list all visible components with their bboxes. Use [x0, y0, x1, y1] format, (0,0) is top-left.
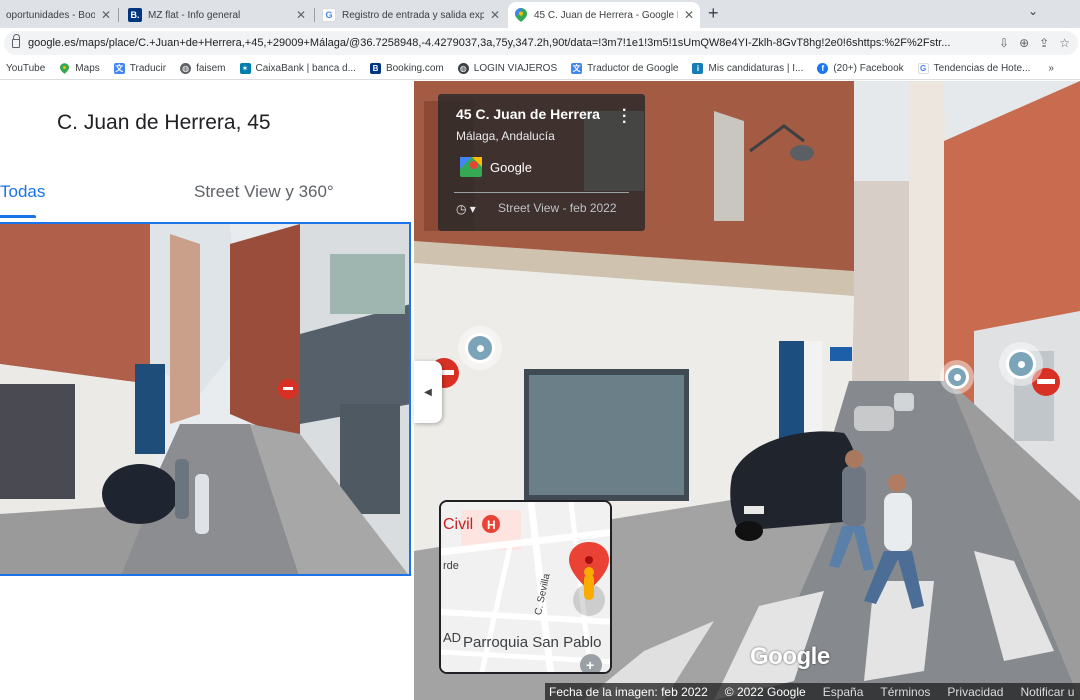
bookmark-label: YouTube: [6, 63, 46, 74]
map-footer: Fecha de la imagen: feb 2022 © 2022 Goog…: [545, 683, 1080, 700]
place-side-panel: C. Juan de Herrera, 45 Todas Street View…: [0, 81, 413, 700]
active-tab-indicator: [0, 215, 36, 218]
tab-close-icon[interactable]: ✕: [684, 8, 694, 22]
capture-date-button[interactable]: Street View - feb 2022: [498, 201, 617, 215]
tab-street-view[interactable]: Street View y 360°: [194, 182, 334, 202]
google-favicon-icon: G: [322, 8, 336, 22]
address-title: 45 C. Juan de Herrera: [456, 106, 600, 122]
bookmarks-more-button[interactable]: »: [1048, 63, 1054, 74]
bookmark-caixabank[interactable]: ✶ CaixaBank | banca d...: [239, 63, 356, 74]
privacy-link[interactable]: Privacidad: [947, 685, 1003, 699]
bookmark-label: LOGIN VIAJEROS: [473, 63, 558, 74]
google-watermark: Google: [750, 643, 830, 670]
provider-label: Google: [490, 160, 532, 175]
tab-google-maps[interactable]: 45 C. Juan de Herrera - Google M ✕: [508, 2, 700, 28]
minimap-label-civil: Civil: [443, 516, 474, 533]
thumbnail-photo: [0, 224, 409, 574]
bookmarks-bar: YouTube Maps 文 Traducir ◍ faisem ✶ Caixa…: [0, 58, 1080, 80]
street-view-nav-pin[interactable]: [458, 326, 502, 370]
street-view-thumbnail[interactable]: [0, 222, 411, 576]
google-icon: G: [917, 63, 929, 74]
maps-icon: [59, 63, 70, 74]
minimap[interactable]: H + Civil rde C. Sevilla Parroquia San P…: [439, 500, 612, 674]
bookmark-login-viajeros[interactable]: ◍ LOGIN VIAJEROS: [457, 63, 558, 74]
bookmark-faisem[interactable]: ◍ faisem: [180, 63, 226, 74]
svg-text:+: +: [586, 657, 594, 673]
omnibox[interactable]: google.es/maps/place/C.+Juan+de+Herrera,…: [4, 31, 1078, 55]
svg-text:H: H: [487, 518, 496, 532]
zoom-icon[interactable]: ⊕: [1019, 36, 1029, 50]
infojobs-icon: i: [692, 63, 704, 74]
report-link[interactable]: Notificar u: [1020, 685, 1074, 699]
bookmark-tendencias[interactable]: G Tendencias de Hote...: [917, 63, 1031, 74]
tab-registro[interactable]: G Registro de entrada y salida expr ✕: [316, 2, 506, 28]
tab-all-photos[interactable]: Todas: [0, 182, 45, 202]
street-view-nav-pin[interactable]: [940, 360, 974, 394]
country-link[interactable]: España: [823, 685, 864, 699]
bookmark-label: Mis candidaturas | I...: [708, 63, 804, 74]
more-options-icon[interactable]: · · ·: [622, 103, 627, 131]
collapse-panel-button[interactable]: ◀: [414, 361, 442, 423]
bookmark-candidaturas[interactable]: i Mis candidaturas | I...: [692, 63, 803, 74]
tab-mz-flat[interactable]: B. MZ flat - Info general ✕: [122, 2, 312, 28]
image-date-text: Fecha de la imagen: feb 2022: [549, 684, 708, 699]
bookmark-label: Traductor de Google: [587, 63, 679, 74]
bookmark-traductor[interactable]: 文 Traductor de Google: [571, 63, 678, 74]
bookmark-traducir[interactable]: 文 Traducir: [113, 63, 167, 74]
tab-title: Registro de entrada y salida expr: [342, 9, 484, 21]
tab-title: MZ flat - Info general: [148, 9, 241, 21]
lock-icon[interactable]: [12, 33, 20, 48]
tab-title: 45 C. Juan de Herrera - Google M: [534, 9, 678, 21]
bookmark-label: (20+) Facebook: [833, 63, 904, 74]
caixabank-icon: ✶: [239, 63, 251, 74]
install-app-icon[interactable]: ⇩: [999, 36, 1009, 50]
translate-icon: 文: [113, 63, 125, 74]
history-clock-icon[interactable]: ◷ ▾: [456, 202, 476, 216]
street-view-info-card: 45 C. Juan de Herrera Málaga, Andalucía …: [438, 94, 645, 231]
bookmark-facebook[interactable]: f (20+) Facebook: [817, 63, 904, 74]
bookmark-label: Booking.com: [385, 63, 444, 74]
tab-close-icon[interactable]: ✕: [296, 8, 306, 22]
tab-booking-opportunities[interactable]: oportunidades - Booki ✕: [0, 2, 117, 28]
bookmark-booking[interactable]: B Booking.com: [369, 63, 444, 74]
bookmark-label: faisem: [196, 63, 226, 74]
bookmark-youtube[interactable]: YouTube: [6, 63, 45, 74]
bookmark-star-icon[interactable]: ☆: [1059, 36, 1070, 50]
globe-icon: ◍: [457, 63, 469, 74]
bookmark-label: Traducir: [129, 63, 167, 74]
minimap-label-ad: AD: [443, 630, 462, 645]
google-maps-logo-icon: [460, 157, 482, 177]
divider: [454, 192, 629, 193]
share-icon[interactable]: ⇪: [1039, 36, 1049, 50]
bookmark-maps[interactable]: Maps: [59, 63, 100, 74]
tab-close-icon[interactable]: ✕: [490, 8, 500, 22]
booking-favicon-icon: B.: [128, 8, 142, 22]
globe-icon: ◍: [180, 63, 192, 74]
new-tab-button[interactable]: +: [708, 3, 719, 24]
chevron-left-icon: ◀: [424, 386, 432, 398]
booking-icon: B: [369, 63, 381, 74]
translate-icon: 文: [571, 63, 583, 74]
browser-tab-bar: oportunidades - Booki ✕ B. MZ flat - Inf…: [0, 0, 1080, 28]
street-view-nav-pin[interactable]: [999, 342, 1043, 386]
terms-link[interactable]: Términos: [880, 685, 930, 699]
tab-title: oportunidades - Booki: [6, 9, 95, 21]
tab-close-icon[interactable]: ✕: [101, 8, 111, 22]
page-title: C. Juan de Herrera, 45: [57, 111, 271, 134]
bookmark-label: Maps: [75, 63, 100, 74]
url-text[interactable]: google.es/maps/place/C.+Juan+de+Herrera,…: [28, 37, 989, 49]
minimap-label-parroquia: Parroquia San Pablo: [463, 634, 602, 651]
facebook-icon: f: [817, 63, 829, 74]
copyright-text: © 2022 Google: [724, 684, 806, 699]
maps-pin-favicon-icon: [514, 8, 528, 22]
locality-text: Málaga, Andalucía: [456, 129, 555, 143]
address-bar-row: google.es/maps/place/C.+Juan+de+Herrera,…: [0, 28, 1080, 58]
bookmark-label: CaixaBank | banca d...: [255, 63, 356, 74]
tab-search-chevron-icon[interactable]: ⌄: [1028, 4, 1038, 18]
minimap-label-rde: rde: [443, 560, 459, 572]
bookmark-label: Tendencias de Hote...: [933, 63, 1031, 74]
